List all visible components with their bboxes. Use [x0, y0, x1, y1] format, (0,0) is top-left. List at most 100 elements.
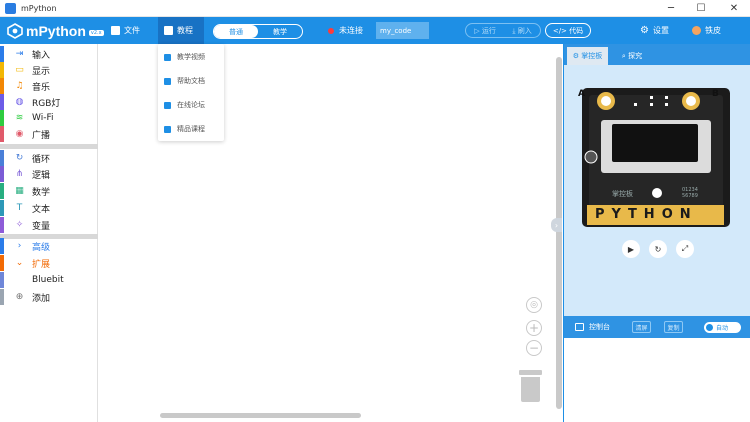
- tutorial-item-docs[interactable]: 帮助文档: [158, 70, 224, 92]
- board-serial-bottom: 56789: [682, 193, 698, 199]
- zoom-out-button[interactable]: −: [526, 340, 542, 356]
- plus-icon: +: [528, 321, 540, 335]
- code-button[interactable]: </> 代码: [545, 23, 591, 38]
- connection-status[interactable]: 未连接: [328, 17, 363, 44]
- avatar: [692, 26, 701, 35]
- category-math[interactable]: ▦ 数学: [0, 183, 98, 199]
- logo: mPython v2.x: [7, 21, 104, 41]
- tab-board-label: 掌控板: [581, 52, 603, 60]
- category-display[interactable]: ▭ 显示: [0, 62, 98, 78]
- flash-label: 刷入: [517, 26, 532, 35]
- target-icon: ◎: [530, 300, 538, 310]
- category-label: 显示: [32, 66, 51, 77]
- app-icon: [5, 2, 16, 14]
- logo-icon: [7, 23, 23, 39]
- tutorial-item-label: 帮助文档: [177, 77, 205, 85]
- recenter-button[interactable]: ◎: [526, 297, 542, 313]
- tutorial-menu[interactable]: 教程: [158, 17, 204, 44]
- category-label: 文本: [32, 204, 51, 215]
- top-toolbar: mPython v2.x 文件 教程 普通 教学 未连接 my_code ▷ 运…: [0, 17, 750, 44]
- right-tabs: ⚙ 掌控板 ⌕ 探究: [564, 44, 750, 65]
- category-wifi[interactable]: ≋ Wi-Fi: [0, 110, 98, 126]
- category-text[interactable]: T 文本: [0, 200, 98, 216]
- tutorial-item-label: 在线论坛: [177, 101, 205, 109]
- simulator-reset-button[interactable]: ↻: [649, 240, 667, 258]
- loop-icon: ↻: [15, 152, 24, 163]
- bluebit-icon: [15, 276, 24, 285]
- forum-icon: [164, 101, 171, 109]
- category-bluebit[interactable]: Bluebit: [0, 272, 98, 288]
- settings-button[interactable]: ⚙ 设置: [640, 17, 669, 44]
- console-auto-toggle[interactable]: 自动: [704, 322, 741, 333]
- tutorial-item-video[interactable]: 教学视频: [158, 46, 224, 68]
- run-button[interactable]: ▷ 运行: [474, 26, 496, 36]
- tutorial-item-forum[interactable]: 在线论坛: [158, 94, 224, 116]
- console-copy-button[interactable]: 复制: [664, 321, 683, 333]
- filename-input[interactable]: my_code: [376, 22, 429, 39]
- toggle-knob: [706, 324, 713, 331]
- category-label: RGB灯: [32, 98, 61, 109]
- category-color-bar: [0, 46, 4, 62]
- minimize-button[interactable]: ─: [658, 0, 684, 17]
- category-color-bar: [0, 272, 4, 288]
- tab-explore[interactable]: ⌕ 探究: [612, 47, 652, 65]
- gear-icon: ⚙: [640, 25, 649, 36]
- trash-icon: [521, 377, 540, 402]
- display-icon: ▭: [15, 64, 24, 75]
- tab-board[interactable]: ⚙ 掌控板: [567, 47, 608, 65]
- file-icon: [111, 26, 120, 35]
- file-menu-label: 文件: [124, 26, 140, 35]
- refresh-icon: ↻: [654, 244, 662, 254]
- category-label: 数学: [32, 187, 51, 198]
- music-icon: ♫: [15, 80, 24, 91]
- workspace-vertical-scrollbar[interactable]: [556, 57, 562, 409]
- board-pin-label: PYTHON: [595, 207, 698, 222]
- category-input[interactable]: ⇥ 输入: [0, 46, 98, 62]
- category-rgb[interactable]: ◍ RGB灯: [0, 94, 98, 110]
- category-label: 输入: [32, 50, 51, 61]
- panel-collapse-button[interactable]: ›: [551, 218, 562, 232]
- flash-button[interactable]: ⤓ 刷入: [512, 26, 531, 36]
- simulator-fullscreen-button[interactable]: ⤢: [676, 240, 694, 258]
- mode-teaching[interactable]: 教学: [258, 25, 302, 38]
- tutorial-dropdown: 教学视频 帮助文档 在线论坛 精品课程: [158, 44, 224, 141]
- category-music[interactable]: ♫ 音乐: [0, 78, 98, 94]
- category-broadcast[interactable]: ◉ 广播: [0, 126, 98, 142]
- board-brand: 掌控板: [612, 190, 633, 198]
- category-color-bar: [0, 200, 4, 216]
- tutorial-item-course[interactable]: 精品课程: [158, 118, 224, 140]
- category-color-bar: [0, 78, 4, 94]
- trash-can[interactable]: [519, 370, 542, 402]
- category-add[interactable]: ⊕ 添加: [0, 289, 98, 305]
- category-advanced[interactable]: › 高级: [0, 238, 98, 254]
- category-variable[interactable]: ✧ 变量: [0, 217, 98, 233]
- console-clear-button[interactable]: 清屏: [632, 321, 651, 333]
- category-color-bar: [0, 62, 4, 78]
- file-menu[interactable]: 文件: [111, 17, 140, 44]
- workspace-horizontal-scrollbar[interactable]: [160, 413, 361, 418]
- category-loop[interactable]: ↻ 循环: [0, 150, 98, 166]
- user-button[interactable]: 铁皮: [692, 17, 721, 44]
- mode-switch[interactable]: 普通 教学: [213, 24, 303, 39]
- toggle-label: 自动: [716, 325, 729, 332]
- board-simulator: A B 掌控板 01234 56789 PYTHON ▶ ↻ ⤢: [564, 65, 750, 316]
- simulator-play-button[interactable]: ▶: [622, 240, 640, 258]
- close-button[interactable]: ✕: [721, 0, 747, 17]
- run-flash-group: ▷ 运行 ⤓ 刷入: [465, 23, 541, 38]
- mode-normal[interactable]: 普通: [214, 25, 258, 38]
- maximize-button[interactable]: ☐: [688, 0, 714, 17]
- category-color-bar: [0, 289, 4, 305]
- math-icon: ▦: [15, 185, 24, 196]
- broadcast-icon: ◉: [15, 128, 24, 139]
- category-logic[interactable]: ⋔ 逻辑: [0, 166, 98, 182]
- category-color-bar: [0, 126, 4, 142]
- trash-lid: [519, 370, 542, 375]
- zoom-in-button[interactable]: +: [526, 320, 542, 336]
- category-extension[interactable]: ⌄ 扩展: [0, 255, 98, 271]
- chevron-down-icon: ⌄: [15, 257, 24, 268]
- console-bar: 控制台 清屏 复制 自动: [564, 316, 750, 338]
- run-label: 运行: [481, 26, 496, 35]
- settings-label: 设置: [652, 26, 669, 35]
- tutorial-menu-label: 教程: [177, 26, 193, 35]
- chevron-right-icon: ›: [17, 240, 22, 251]
